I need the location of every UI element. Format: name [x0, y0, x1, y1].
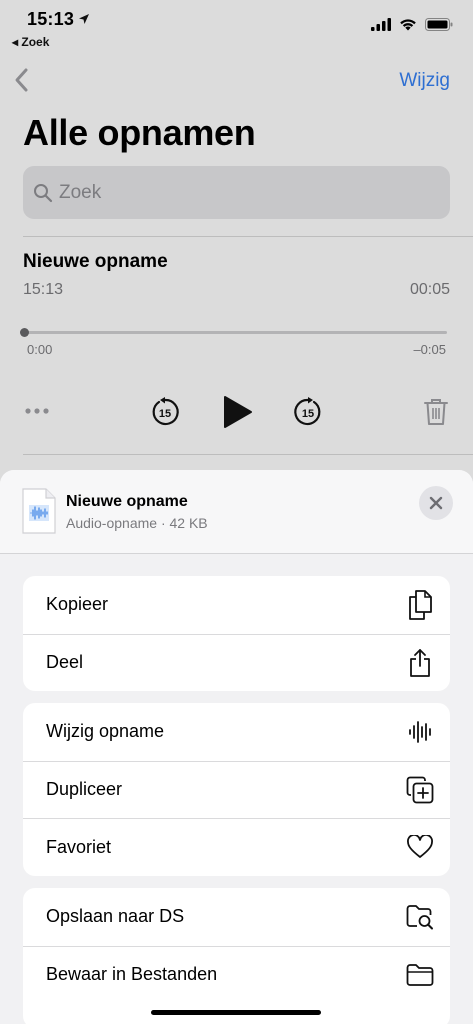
recording-time: 15:13	[23, 281, 64, 298]
back-to-app-link[interactable]: ◂ Zoek	[12, 35, 49, 49]
battery-icon	[425, 18, 453, 31]
folder-icon	[406, 961, 434, 989]
edit-button[interactable]: Wijzig	[399, 70, 450, 92]
waveform-icon	[406, 718, 434, 746]
trash-icon[interactable]	[423, 397, 449, 427]
divider	[23, 236, 473, 237]
action-label: Wijzig opname	[46, 721, 165, 742]
heart-icon	[406, 833, 434, 861]
search-field[interactable]: Zoek	[23, 166, 450, 219]
skip-forward-15-icon[interactable]: 15	[292, 396, 324, 428]
skip-back-15-icon[interactable]: 15	[149, 396, 181, 428]
copy-icon	[406, 589, 434, 620]
action-edit-recording[interactable]: Wijzig opname	[23, 703, 450, 761]
share-icon	[406, 648, 434, 677]
recording-title: Nieuwe opname	[23, 251, 168, 272]
location-arrow-icon	[79, 14, 89, 24]
svg-text:15: 15	[159, 408, 171, 420]
svg-text:15: 15	[302, 408, 314, 420]
wifi-icon	[400, 19, 416, 31]
play-icon[interactable]	[222, 394, 254, 430]
action-label: Bewaar in Bestanden	[46, 964, 218, 985]
action-copy[interactable]: Kopieer	[23, 576, 450, 634]
action-share[interactable]: Deel	[23, 633, 450, 692]
duplicate-icon	[406, 776, 434, 804]
playback-scrubber[interactable]	[20, 328, 447, 337]
page-title: Alle opnamen	[23, 112, 256, 153]
action-label: Opslaan naar DS	[46, 906, 185, 927]
search-placeholder: Zoek	[59, 181, 102, 203]
close-icon	[429, 496, 443, 510]
sheet-file-name: Nieuwe opname	[66, 493, 188, 510]
action-favorite[interactable]: Favoriet	[23, 818, 450, 876]
action-group: Wijzig opname Dupliceer Favoriet	[23, 703, 450, 876]
home-indicator[interactable]	[151, 1010, 321, 1015]
remaining-time: –0:05	[413, 342, 446, 357]
action-save-to-files[interactable]: Bewaar in Bestanden	[23, 945, 450, 1004]
status-time: 15:13	[27, 9, 75, 29]
close-button[interactable]	[419, 486, 453, 520]
playback-controls: 15 15	[0, 388, 473, 436]
action-label: Kopieer	[46, 594, 109, 615]
action-label: Favoriet	[46, 836, 112, 857]
action-label: Deel	[46, 652, 84, 673]
status-bar: 15:13 ◂ Zoek	[0, 0, 473, 54]
sheet-header: Nieuwe opname Audio-opname · 42 KB	[0, 470, 473, 554]
action-save-to-ds[interactable]: Opslaan naar DS	[23, 888, 450, 946]
more-options-icon[interactable]	[24, 407, 50, 415]
elapsed-time: 0:00	[27, 342, 53, 357]
audio-file-icon	[22, 488, 56, 534]
folder-search-icon	[406, 903, 434, 931]
sheet-file-meta: Audio-opname · 42 KB	[66, 515, 208, 531]
action-duplicate[interactable]: Dupliceer	[23, 760, 450, 819]
action-group: Kopieer Deel	[23, 576, 450, 691]
share-sheet: Nieuwe opname Audio-opname · 42 KB Kopie…	[0, 470, 473, 1024]
action-group: Opslaan naar DS Bewaar in Bestanden	[23, 888, 450, 1024]
divider	[23, 454, 473, 455]
back-chevron-icon[interactable]	[12, 66, 32, 94]
action-label: Dupliceer	[46, 779, 123, 800]
signal-icon	[371, 18, 391, 31]
recording-duration: 00:05	[409, 281, 450, 298]
search-icon	[34, 183, 53, 202]
status-icons	[371, 18, 453, 31]
scrubber-handle[interactable]	[20, 328, 29, 337]
